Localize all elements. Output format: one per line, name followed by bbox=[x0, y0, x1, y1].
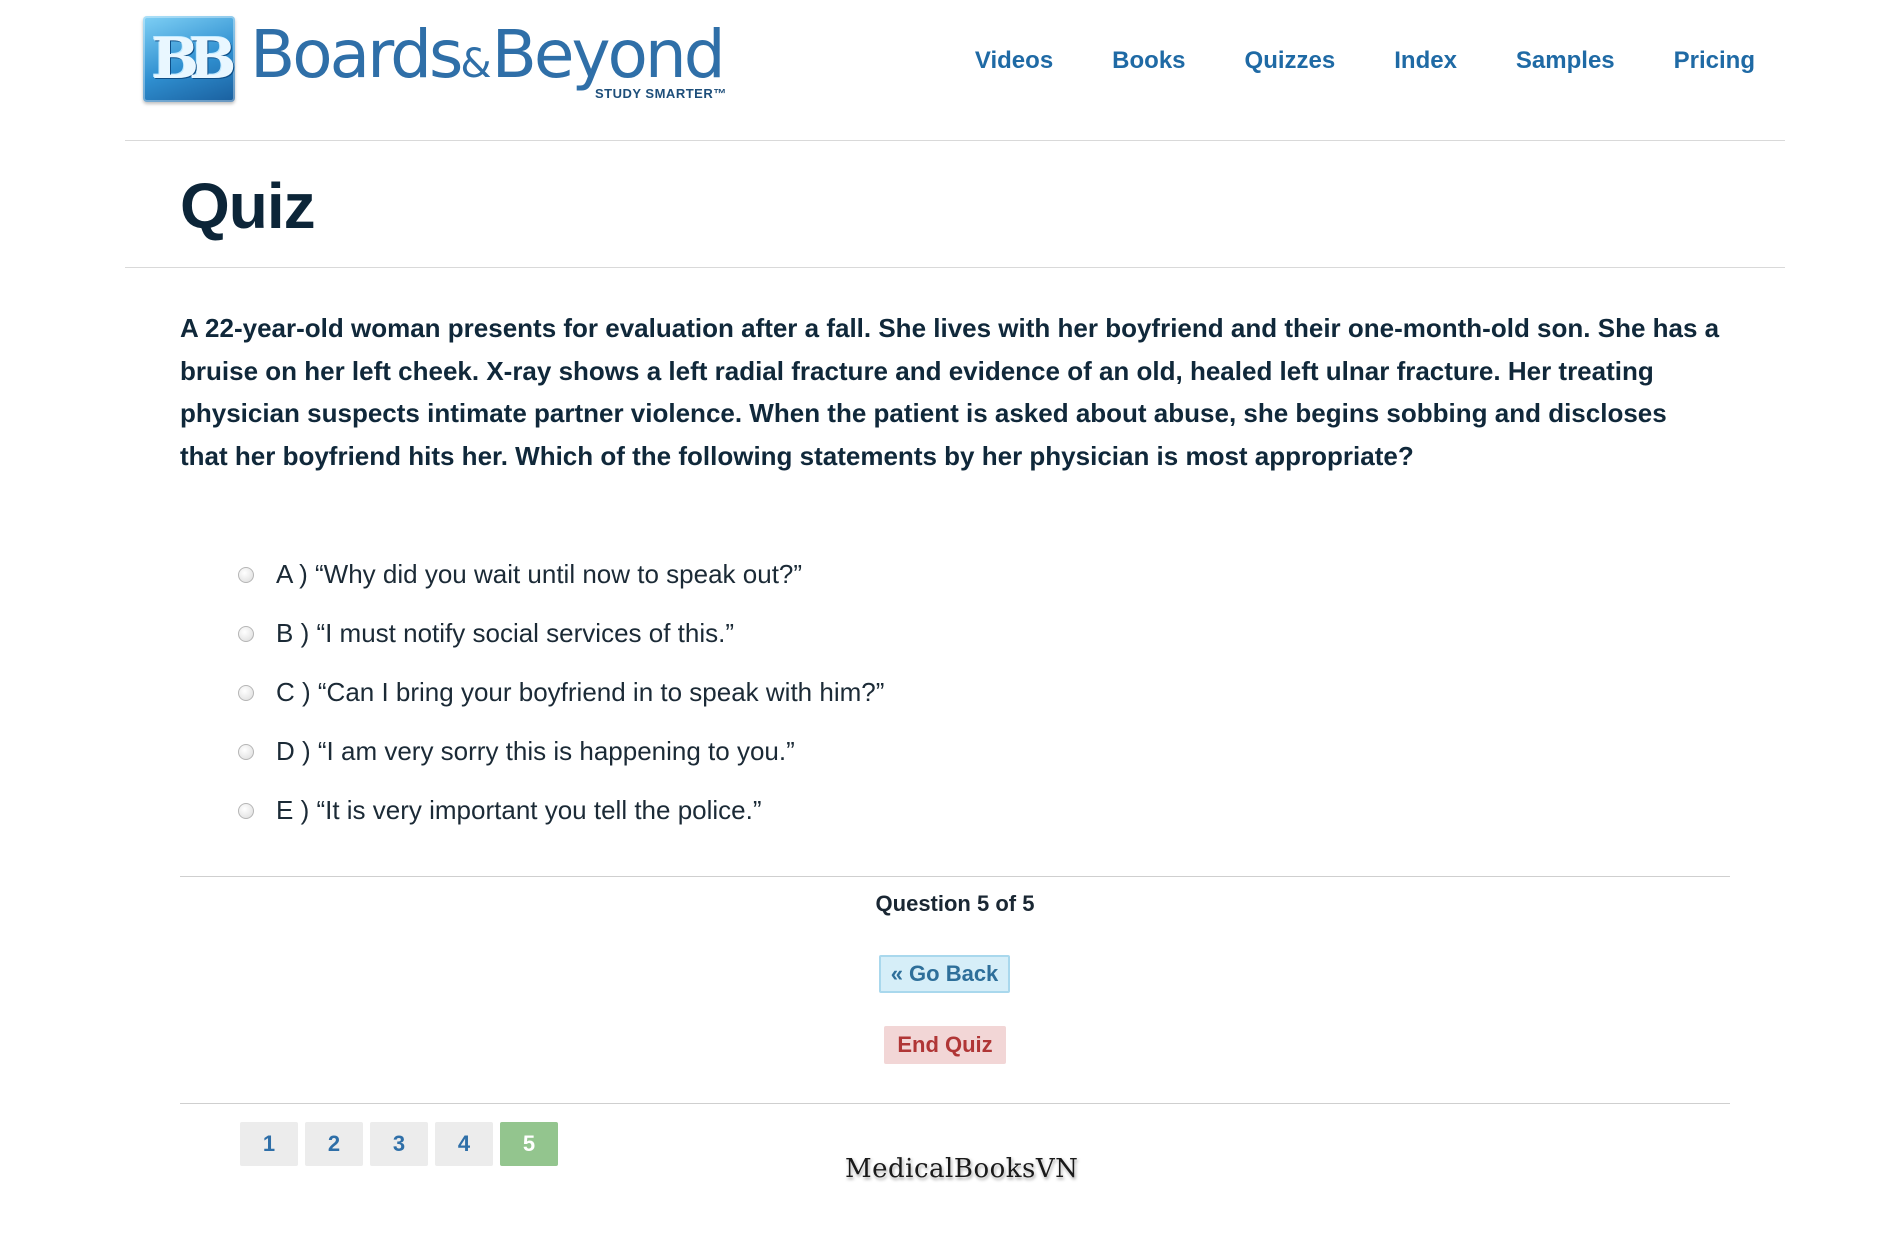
page-button-2[interactable]: 2 bbox=[305, 1122, 363, 1166]
radio-button-b[interactable] bbox=[238, 625, 254, 642]
answer-text-d: D ) “I am very sorry this is happening t… bbox=[276, 736, 795, 766]
logo-tagline: STUDY SMARTER™ bbox=[595, 86, 727, 101]
question-pager: 1 2 3 4 5 bbox=[240, 1122, 565, 1166]
page-title: Quiz bbox=[180, 170, 316, 242]
main-nav: Videos Books Quizzes Index Samples Prici… bbox=[916, 47, 1755, 75]
radio-button-e[interactable] bbox=[238, 802, 254, 819]
answer-text-e: E ) “It is very important you tell the p… bbox=[276, 795, 762, 825]
site-header: BB Boards&Beyond STUDY SMARTER™ Videos B… bbox=[125, 0, 1785, 141]
answer-text-a: A ) “Why did you wait until now to speak… bbox=[276, 559, 803, 589]
page-button-3[interactable]: 3 bbox=[370, 1122, 428, 1166]
nav-link-pricing[interactable]: Pricing bbox=[1674, 47, 1755, 75]
answer-option-a[interactable]: A ) “Why did you wait until now to speak… bbox=[238, 545, 1238, 604]
watermark: MedicalBooksVN bbox=[845, 1154, 1079, 1184]
nav-link-books[interactable]: Books bbox=[1112, 47, 1185, 75]
radio-button-d[interactable] bbox=[238, 743, 254, 760]
nav-link-index[interactable]: Index bbox=[1394, 47, 1457, 75]
brand-logo[interactable]: BB Boards&Beyond STUDY SMARTER™ bbox=[143, 16, 733, 106]
nav-link-quizzes[interactable]: Quizzes bbox=[1245, 47, 1336, 75]
answer-option-c[interactable]: C ) “Can I bring your boyfriend in to sp… bbox=[238, 663, 1238, 722]
answer-text-b: B ) “I must notify social services of th… bbox=[276, 618, 735, 648]
answer-option-d[interactable]: D ) “I am very sorry this is happening t… bbox=[238, 722, 1238, 781]
answer-option-e[interactable]: E ) “It is very important you tell the p… bbox=[238, 781, 1238, 840]
divider-top bbox=[180, 876, 1730, 877]
answer-text-c: C ) “Can I bring your boyfriend in to sp… bbox=[276, 677, 885, 707]
radio-button-c[interactable] bbox=[238, 684, 254, 701]
title-bar: Quiz bbox=[125, 141, 1785, 268]
logo-word-beyond: Beyond bbox=[491, 16, 726, 93]
answer-list: A ) “Why did you wait until now to speak… bbox=[238, 545, 1238, 840]
nav-link-videos[interactable]: Videos bbox=[975, 47, 1053, 75]
logo-ampersand: & bbox=[460, 41, 492, 87]
question-progress: Question 5 of 5 bbox=[875, 891, 1035, 916]
go-back-button[interactable]: « Go Back bbox=[879, 955, 1010, 993]
logo-word-boards: Boards bbox=[250, 16, 463, 93]
radio-button-a[interactable] bbox=[238, 566, 254, 583]
answer-option-b[interactable]: B ) “I must notify social services of th… bbox=[238, 604, 1238, 663]
nav-link-samples[interactable]: Samples bbox=[1516, 47, 1615, 75]
divider-bottom bbox=[180, 1103, 1730, 1104]
end-quiz-button[interactable]: End Quiz bbox=[884, 1026, 1006, 1064]
logo-mark-icon: BB bbox=[143, 16, 236, 102]
page-button-5-current[interactable]: 5 bbox=[500, 1122, 558, 1166]
page-button-1[interactable]: 1 bbox=[240, 1122, 298, 1166]
page-button-4[interactable]: 4 bbox=[435, 1122, 493, 1166]
question-stem: A 22-year-old woman presents for evaluat… bbox=[180, 313, 1720, 471]
